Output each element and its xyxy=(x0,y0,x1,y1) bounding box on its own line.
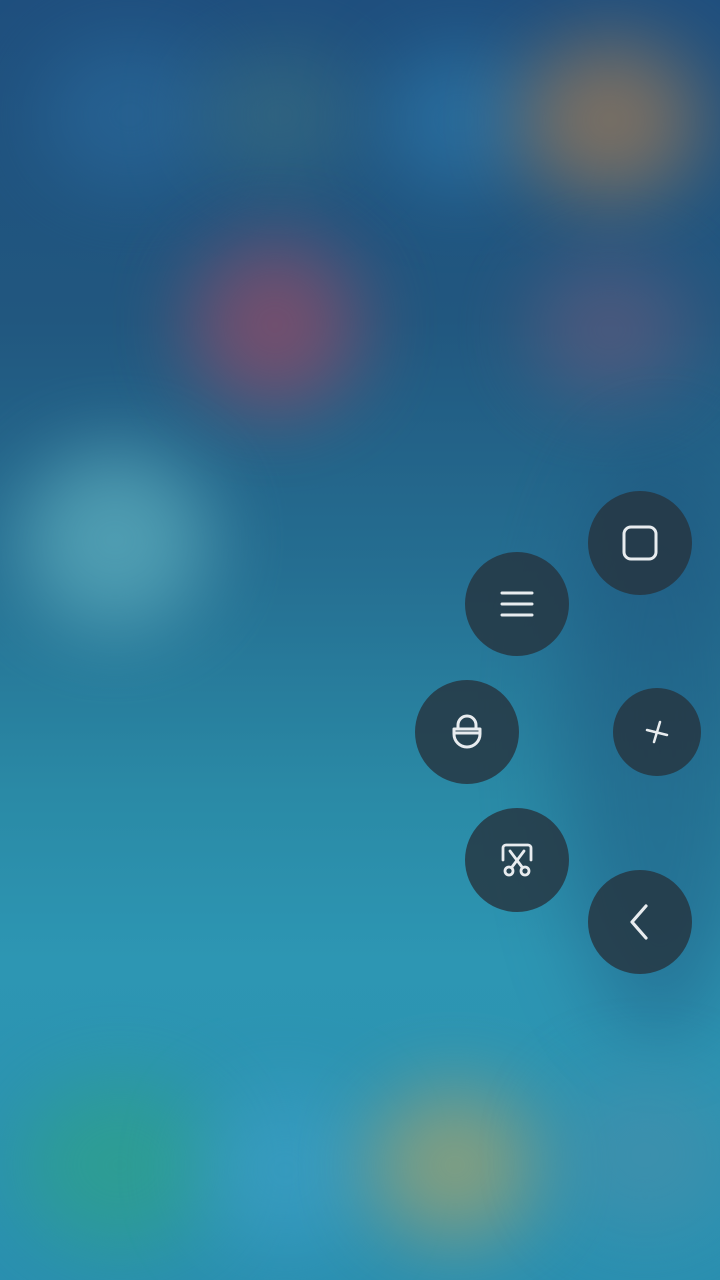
blurred-dock-icon xyxy=(200,1090,370,1250)
chevron-left-icon xyxy=(625,902,655,942)
lock-icon xyxy=(449,712,485,752)
screenshot-button[interactable] xyxy=(465,808,569,912)
menu-button[interactable] xyxy=(465,552,569,656)
blurred-dock-icon xyxy=(370,1090,540,1240)
blurred-app-icon xyxy=(520,40,700,200)
scissors-screenshot-icon xyxy=(497,840,537,880)
home-screen-blurred-background xyxy=(0,0,720,1280)
back-button[interactable] xyxy=(588,870,692,974)
hamburger-menu-icon xyxy=(499,588,535,620)
blurred-app-icon xyxy=(190,240,360,410)
blurred-app-icon xyxy=(40,40,220,190)
blurred-app-icon xyxy=(200,50,360,180)
blurred-app-icon xyxy=(20,450,210,630)
lock-screen-button[interactable] xyxy=(415,680,519,784)
close-quick-ball-button[interactable] xyxy=(613,688,701,776)
blurred-dock-icon xyxy=(20,1080,220,1250)
blurred-app-icon xyxy=(380,50,540,190)
blurred-app-icon xyxy=(530,260,690,400)
home-button[interactable] xyxy=(588,491,692,595)
blurred-dock-icon xyxy=(560,1080,720,1230)
close-x-icon xyxy=(643,718,671,746)
square-icon xyxy=(620,523,660,563)
